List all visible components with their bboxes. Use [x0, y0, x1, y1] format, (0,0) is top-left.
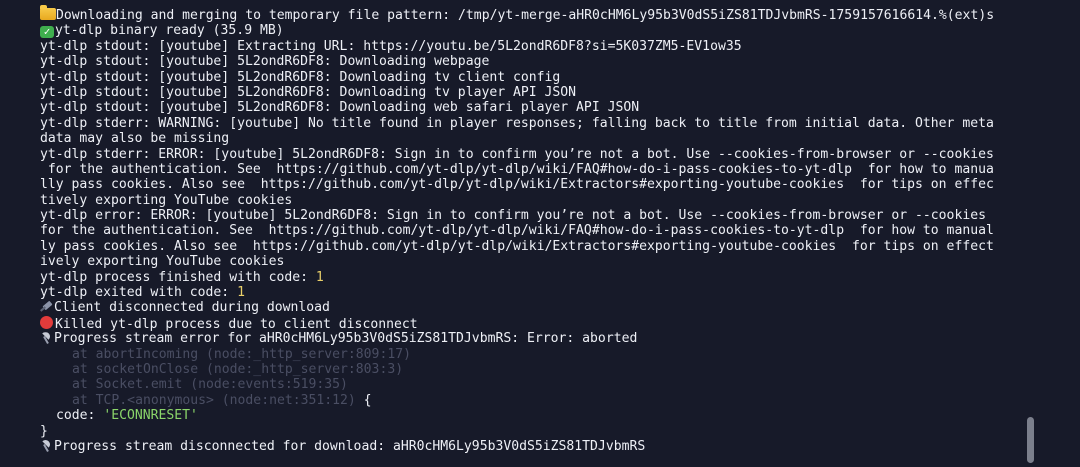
- log-line: ly pass cookies. Also see https://github…: [40, 238, 994, 254]
- terminal-output[interactable]: Downloading and merging to temporary fil…: [0, 0, 1080, 467]
- open-brace: {: [355, 392, 372, 408]
- log-line: yt-dlp stdout: [youtube] 5L2ondR6DF8: Do…: [40, 54, 490, 70]
- stack-trace-line: at abortIncoming (node:_http_server:809:…: [72, 346, 411, 362]
- log-line: yt-dlp error: ERROR: [youtube] 5L2ondR6D…: [40, 208, 986, 224]
- log-line: yt-dlp exited with code: 1: [40, 285, 1080, 300]
- scrollbar-thumb[interactable]: [1027, 417, 1034, 463]
- log-text: Killed yt-dlp process due to client disc…: [55, 316, 418, 332]
- error-code-value: 'ECONNRESET': [103, 408, 198, 424]
- log-text: Progress stream error for aHR0cHM6Ly95b3…: [54, 331, 638, 347]
- log-text: yt-dlp binary ready (35.9 MB): [55, 23, 284, 39]
- satellite-antenna-icon: [40, 331, 54, 343]
- log-line: Downloading and merging to temporary fil…: [40, 5, 1080, 23]
- log-line: ✓ yt-dlp binary ready (35.9 MB): [40, 23, 1080, 39]
- log-line: yt-dlp stderr: ERROR: [youtube] 5L2ondR6…: [40, 146, 994, 162]
- exit-code: 1: [237, 285, 245, 301]
- error-code-key: code:: [56, 408, 104, 424]
- log-text: Downloading and merging to temporary fil…: [56, 8, 995, 23]
- log-line: data may also be missing: [40, 131, 230, 147]
- log-line: Client disconnected during download: [40, 300, 1080, 315]
- stack-trace-text: at TCP.<anonymous> (node:net:351:12): [72, 392, 356, 408]
- log-text: Progress stream disconnected for downloa…: [54, 438, 646, 454]
- log-line: yt-dlp stdout: [youtube] 5L2ondR6DF8: Do…: [40, 100, 640, 116]
- log-text: Client disconnected during download: [54, 300, 330, 316]
- close-brace: }: [40, 423, 48, 439]
- red-circle-icon: [40, 315, 53, 329]
- log-line: Progress stream disconnected for downloa…: [40, 439, 1080, 454]
- stack-trace-line: at Socket.emit (node:events:519:35): [72, 377, 348, 393]
- log-line: Progress stream error for aHR0cHM6Ly95b3…: [40, 331, 1080, 346]
- log-line: for the authentication. See https://gith…: [40, 161, 994, 177]
- log-line: yt-dlp stdout: [youtube] 5L2ondR6DF8: Do…: [40, 84, 577, 100]
- satellite-antenna-icon: [40, 439, 54, 451]
- error-code-line: code: 'ECONNRESET': [40, 408, 1080, 423]
- electric-plug-icon: [40, 300, 54, 312]
- log-line: yt-dlp stderr: WARNING: [youtube] No tit…: [40, 115, 994, 131]
- stack-trace-line: at TCP.<anonymous> (node:net:351:12) {: [40, 393, 1080, 408]
- log-text: yt-dlp process finished with code:: [40, 269, 316, 285]
- log-line: Killed yt-dlp process due to client disc…: [40, 315, 1080, 332]
- log-line: for the authentication. See https://gith…: [40, 223, 994, 239]
- log-line: lly pass cookies. Also see https://githu…: [40, 177, 994, 193]
- log-line: yt-dlp stdout: [youtube] Extracting URL:…: [40, 38, 742, 54]
- log-line: tively exporting YouTube cookies: [40, 192, 293, 208]
- exit-code: 1: [315, 269, 324, 285]
- log-line: yt-dlp stdout: [youtube] 5L2ondR6DF8: Do…: [40, 69, 561, 85]
- log-line: yt-dlp process finished with code: 1: [40, 270, 1080, 285]
- log-line: ively exporting YouTube cookies: [40, 254, 285, 270]
- stack-trace-line: at socketOnClose (node:_http_server:803:…: [72, 361, 404, 377]
- folder-icon: [40, 5, 56, 20]
- log-text: yt-dlp exited with code:: [40, 285, 238, 301]
- check-mark-icon: ✓: [40, 26, 54, 39]
